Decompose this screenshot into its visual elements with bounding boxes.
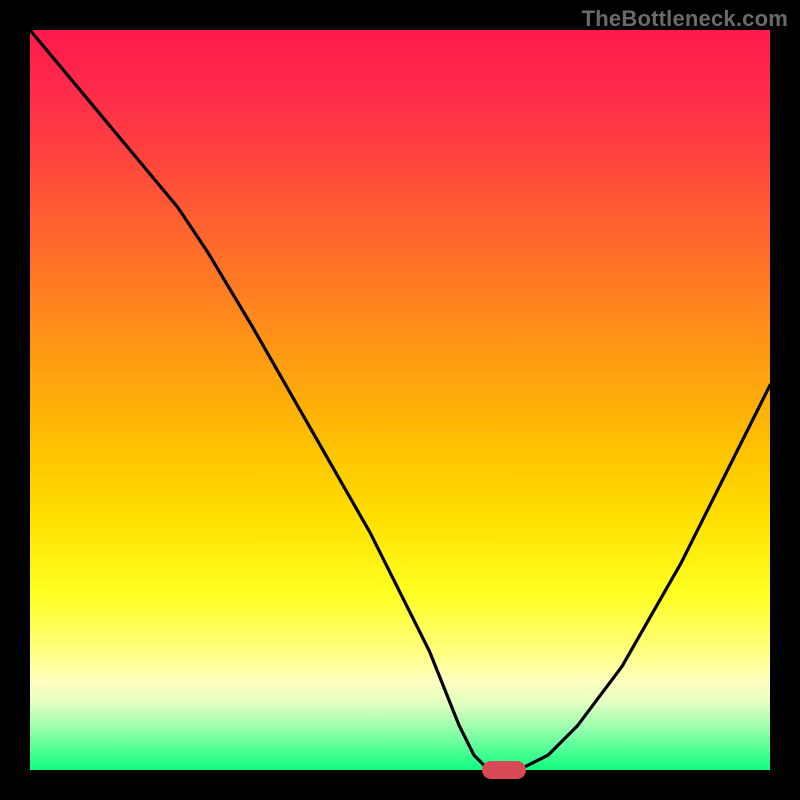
plot-area: [30, 30, 770, 770]
minimum-marker: [482, 761, 526, 779]
watermark-text: TheBottleneck.com: [582, 6, 788, 32]
chart-frame: TheBottleneck.com: [0, 0, 800, 800]
